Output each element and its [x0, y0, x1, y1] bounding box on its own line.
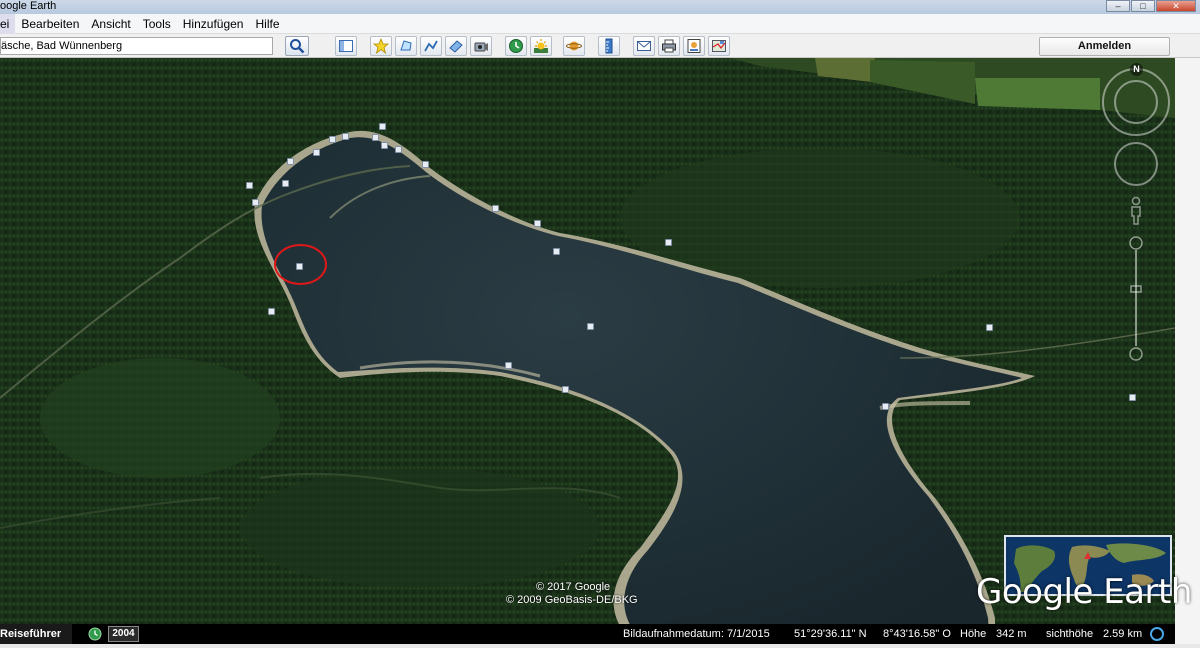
close-button[interactable]: ✕	[1156, 0, 1196, 12]
polygon-icon	[400, 40, 412, 51]
placemark-icon	[373, 38, 389, 54]
sidebar-toggle-button[interactable]	[335, 36, 357, 56]
map-placemark[interactable]	[1129, 394, 1136, 401]
add-placemark-button[interactable]	[370, 36, 392, 56]
menu-view[interactable]: Ansicht	[85, 14, 136, 34]
map-placemark[interactable]	[287, 158, 294, 165]
map-placemark[interactable]	[381, 142, 388, 149]
menu-file[interactable]: ei	[0, 13, 16, 34]
zoom-slider[interactable]	[1128, 236, 1144, 362]
save-image-button[interactable]	[683, 36, 705, 56]
look-joystick-inner[interactable]	[1114, 80, 1158, 124]
menu-help[interactable]: Hilfe	[249, 14, 285, 34]
menu-tools[interactable]: Tools	[137, 14, 177, 34]
google-earth-logo: Google Earth	[976, 572, 1192, 612]
maximize-button[interactable]: □	[1131, 0, 1155, 12]
sidebar-icon	[339, 40, 353, 52]
view-in-maps-button[interactable]	[708, 36, 730, 56]
minimize-button[interactable]: –	[1106, 0, 1130, 12]
copyright-google: © 2017 Google	[536, 581, 611, 593]
map-placemark[interactable]	[282, 180, 289, 187]
add-overlay-button[interactable]	[445, 36, 467, 56]
scroll-edge	[1175, 58, 1200, 648]
print-button[interactable]	[658, 36, 680, 56]
sunlight-button[interactable]	[530, 36, 552, 56]
map-placemark[interactable]	[329, 136, 336, 143]
status-bar: Bildaufnahmedatum: 7/1/2015 51°29'36.11"…	[0, 624, 1175, 644]
tour-guide-button[interactable]: Reiseführer	[0, 624, 72, 644]
elevation-readout: 342 m	[996, 628, 1027, 640]
map-placemark[interactable]	[562, 386, 569, 393]
street-view-pegman-icon[interactable]	[1128, 196, 1144, 226]
search-button[interactable]	[285, 36, 309, 56]
map-placemark[interactable]	[587, 323, 594, 330]
window-controls: – □ ✕	[1106, 0, 1196, 12]
planets-button[interactable]	[563, 36, 585, 56]
compass-north[interactable]: N	[1130, 63, 1143, 76]
map-placemark[interactable]	[342, 133, 349, 140]
camera-icon	[474, 42, 488, 52]
ruler-button[interactable]	[598, 36, 620, 56]
move-joystick[interactable]	[1114, 142, 1158, 186]
email-button[interactable]	[633, 36, 655, 56]
planet-icon	[566, 41, 582, 51]
add-polygon-button[interactable]	[395, 36, 417, 56]
longitude-readout: 8°43'16.58" O	[883, 628, 951, 640]
map-placemark[interactable]	[882, 403, 889, 410]
toolbar: äsche, Bad Wünnenberg Anmelden	[0, 34, 1200, 58]
menu-edit[interactable]: Bearbeiten	[15, 14, 85, 34]
historical-imagery-button[interactable]	[505, 36, 527, 56]
search-icon	[290, 39, 305, 54]
map-placemark[interactable]	[379, 123, 386, 130]
map-placemark[interactable]	[372, 134, 379, 141]
sun-icon	[534, 39, 548, 53]
map-placemark[interactable]	[505, 362, 512, 369]
map-placemark[interactable]	[534, 220, 541, 227]
latitude-readout: 51°29'36.11" N	[794, 628, 867, 640]
record-tour-button[interactable]	[470, 36, 492, 56]
imagery-date: Bildaufnahmedatum: 7/1/2015	[623, 628, 770, 640]
map-view[interactable]	[0, 58, 1175, 648]
sign-in-button[interactable]: Anmelden	[1039, 37, 1170, 56]
elevation-label: Höhe	[960, 628, 987, 640]
highlight-circle	[274, 244, 327, 285]
menu-add[interactable]: Hinzufügen	[177, 14, 250, 34]
search-input[interactable]: äsche, Bad Wünnenberg	[0, 37, 273, 55]
streaming-status-icon	[1150, 627, 1164, 641]
eye-altitude-label: sichthöhe	[1046, 628, 1094, 640]
path-icon	[424, 40, 438, 52]
map-placemark[interactable]	[492, 205, 499, 212]
satellite-imagery[interactable]	[0, 58, 1175, 648]
map-placemark[interactable]	[268, 308, 275, 315]
map-placemark[interactable]	[665, 239, 672, 246]
window-title: oogle Earth	[0, 0, 57, 12]
map-placemark[interactable]	[395, 146, 402, 153]
map-placemark[interactable]	[553, 248, 560, 255]
historical-imagery-clock-icon[interactable]	[88, 627, 102, 641]
imagery-year-button[interactable]: 2004	[108, 626, 139, 642]
printer-icon	[662, 39, 676, 53]
maps-icon	[712, 40, 726, 52]
eye-altitude-readout: 2.59 km	[1103, 628, 1143, 640]
window-bottom-edge	[0, 644, 1200, 648]
map-placemark[interactable]	[422, 161, 429, 168]
image-overlay-icon	[449, 40, 463, 53]
title-bar: oogle Earth – □ ✕	[0, 0, 1200, 14]
map-placemark[interactable]	[252, 199, 259, 206]
clock-icon	[509, 39, 523, 53]
copyright-geobasis: © 2009 GeoBasis-DE/BKG	[506, 594, 638, 606]
map-placemark[interactable]	[986, 324, 993, 331]
save-image-icon	[687, 39, 701, 53]
menu-bar: ei Bearbeiten Ansicht Tools Hinzufügen H…	[0, 13, 1200, 34]
add-path-button[interactable]	[420, 36, 442, 56]
envelope-icon	[637, 41, 651, 51]
ruler-icon	[605, 38, 613, 54]
map-placemark[interactable]	[313, 149, 320, 156]
map-placemark[interactable]	[246, 182, 253, 189]
